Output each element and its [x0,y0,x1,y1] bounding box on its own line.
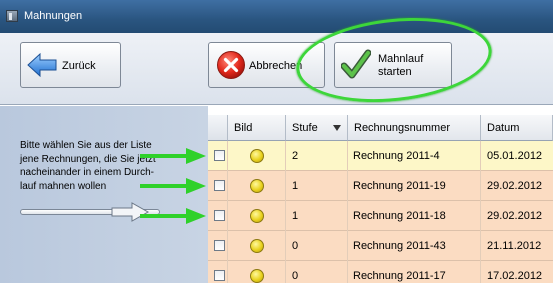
row-checkbox[interactable] [214,210,225,221]
annotation-arrow-icon [140,208,206,224]
column-header-stufe[interactable]: Stufe [286,115,348,141]
rechnungsnummer-cell: Rechnung 2011-19 [348,171,481,201]
table-row[interactable]: 1 Rechnung 2011-18 29.02.2012 [208,201,553,231]
column-header-bild[interactable]: Bild [228,115,286,141]
status-dot-icon [250,239,264,253]
bild-cell [228,261,286,283]
table-row[interactable]: 0 Rechnung 2011-43 21.11.2012 [208,231,553,261]
status-dot-icon [250,149,264,163]
stufe-cell: 2 [286,141,348,171]
rechnungsnummer-cell: Rechnung 2011-17 [348,261,481,283]
row-checkbox[interactable] [214,270,225,281]
select-cell [208,261,228,283]
column-header-label: Stufe [292,122,318,134]
rechnungsnummer-cell: Rechnung 2011-18 [348,201,481,231]
back-label: Zurück [62,60,96,72]
select-cell [208,231,228,261]
table-row[interactable]: 2 Rechnung 2011-4 05.01.2012 [208,141,553,171]
column-header-datum[interactable]: Datum [481,115,553,141]
invoice-table: Bild Stufe Rechnungsnummer Datum 2 Rechnu… [208,115,553,283]
column-header-label: Datum [487,122,520,134]
rechnungsnummer-cell: Rechnung 2011-43 [348,231,481,261]
sort-desc-icon [333,125,341,131]
column-header-rechnungsnummer[interactable]: Rechnungsnummer [348,115,481,141]
annotation-arrow-icon [140,178,206,194]
datum-cell: 29.02.2012 [487,210,543,222]
bild-cell [228,201,286,231]
bild-cell [228,141,286,171]
cancel-icon [217,51,245,79]
table-corner [208,115,228,141]
row-checkbox[interactable] [214,150,225,161]
rechnungsnummer-cell: Rechnung 2011-4 [348,141,481,171]
status-dot-icon [250,269,264,283]
row-checkbox[interactable] [214,240,225,251]
stufe-cell: 1 [286,201,348,231]
row-checkbox[interactable] [214,180,225,191]
stufe-cell: 0 [286,231,348,261]
datum-cell: 17.02.2012 [487,270,543,282]
table-row[interactable]: 1 Rechnung 2011-19 29.02.2012 [208,171,553,201]
arrow-left-icon [27,52,57,78]
annotation-arrow-icon [140,148,206,164]
cancel-label: Abbrechen [249,60,303,72]
bild-cell [228,171,286,201]
bild-cell [228,231,286,261]
select-cell [208,171,228,201]
mahnungen-window: Mahnungen Zurück Abbrechen Mahnlauf star… [0,0,553,283]
datum-cell: 29.02.2012 [487,180,543,192]
window-title: Mahnungen [24,10,83,22]
datum-cell: 05.01.2012 [487,150,543,162]
table-row[interactable]: 0 Rechnung 2011-17 17.02.2012 [208,261,553,283]
select-cell [208,201,228,231]
stufe-cell: 1 [286,171,348,201]
back-button[interactable]: Zurück [20,42,121,88]
app-icon [6,10,18,22]
column-header-label: Rechnungsnummer [354,122,450,134]
select-cell [208,141,228,171]
status-dot-icon [250,209,264,223]
column-header-label: Bild [234,122,253,134]
status-dot-icon [250,179,264,193]
datum-cell: 21.11.2012 [487,240,542,252]
stufe-cell: 0 [286,261,348,283]
